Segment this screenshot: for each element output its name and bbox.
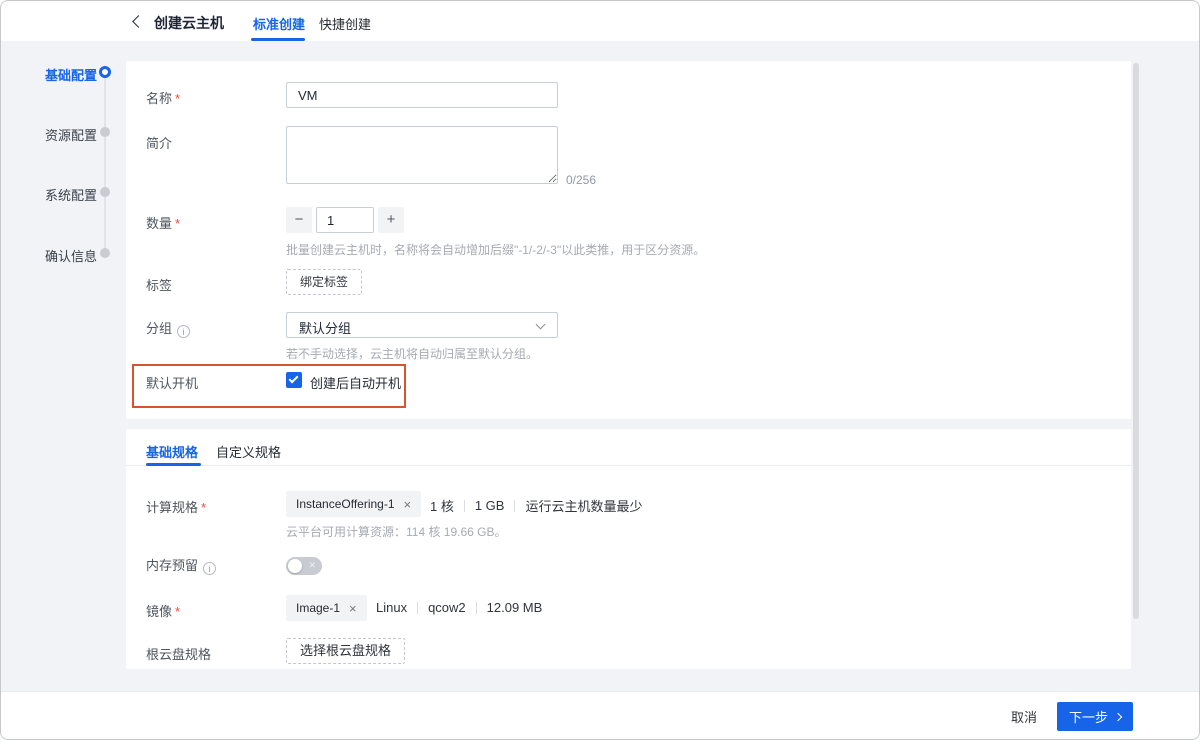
next-step-label: 下一步 xyxy=(1069,707,1108,726)
select-root-disk-button[interactable]: 选择根云盘规格 xyxy=(286,638,405,664)
group-select-value: 默认分组 xyxy=(299,318,351,337)
group-label: 分组i xyxy=(146,318,190,338)
page-title: 创建云主机 xyxy=(154,13,224,33)
create-vm-page: 创建云主机 标准创建 快捷创建 基础配置 资源配置 系统配置 确认信息 名称* … xyxy=(0,0,1200,740)
compute-offering-label: 计算规格* xyxy=(146,497,206,516)
image-chip: Image-1 × xyxy=(286,595,367,621)
tabs-divider xyxy=(126,465,1131,466)
intro-label: 简介 xyxy=(146,133,172,152)
check-icon xyxy=(289,374,299,384)
info-icon[interactable]: i xyxy=(177,325,190,338)
step-connector-line xyxy=(104,72,106,253)
auto-poweron-checkbox[interactable] xyxy=(286,372,302,388)
chip-close-icon[interactable]: × xyxy=(349,602,357,615)
compute-offering-chip: InstanceOffering-1 × xyxy=(286,491,421,517)
separator xyxy=(417,602,418,614)
name-label: 名称* xyxy=(146,88,180,107)
memory-reserve-label: 内存预留i xyxy=(146,555,216,575)
default-poweron-label: 默认开机 xyxy=(146,373,198,392)
root-disk-label: 根云盘规格 xyxy=(146,644,211,663)
separator xyxy=(464,500,465,512)
quantity-plus-button[interactable]: + xyxy=(378,207,404,233)
image-label: 镜像* xyxy=(146,601,180,620)
toggle-off-icon: ✕ xyxy=(308,560,316,571)
separator xyxy=(476,602,477,614)
cancel-button[interactable]: 取消 xyxy=(1011,707,1037,726)
required-mark: * xyxy=(175,91,180,106)
tab-standard-create[interactable]: 标准创建 xyxy=(253,14,305,33)
name-input[interactable] xyxy=(286,82,558,108)
tab-custom-spec[interactable]: 自定义规格 xyxy=(216,442,281,461)
required-mark: * xyxy=(175,216,180,231)
info-icon[interactable]: i xyxy=(203,562,216,575)
step-dot xyxy=(100,127,110,137)
step-dot xyxy=(100,187,110,197)
step-basic-config[interactable]: 基础配置 xyxy=(31,65,97,84)
active-spec-tab-underline xyxy=(146,463,201,466)
required-mark: * xyxy=(175,604,180,619)
step-resource-config[interactable]: 资源配置 xyxy=(31,125,97,144)
compute-resource-help-text: 云平台可用计算资源：114 核 19.66 GB。 xyxy=(286,523,507,540)
toggle-knob xyxy=(288,559,302,573)
auto-poweron-checkbox-label[interactable]: 创建后自动开机 xyxy=(310,373,401,392)
tab-quick-create[interactable]: 快捷创建 xyxy=(319,14,371,33)
required-mark: * xyxy=(201,500,206,515)
separator xyxy=(514,500,515,512)
char-counter: 0/256 xyxy=(566,173,596,187)
chip-close-icon[interactable]: × xyxy=(404,498,412,511)
next-step-button[interactable]: 下一步 xyxy=(1057,702,1133,731)
quantity-help-text: 批量创建云主机时，名称将会自动增加后缀"-1/-2/-3"以此类推，用于区分资源… xyxy=(286,241,705,258)
scrollbar[interactable] xyxy=(1133,63,1139,619)
quantity-minus-button[interactable]: − xyxy=(286,207,312,233)
group-select[interactable]: 默认分组 xyxy=(286,312,558,338)
chevron-right-icon xyxy=(1114,712,1122,720)
spec-card: 基础规格 自定义规格 计算规格* InstanceOffering-1 × 1 … xyxy=(126,429,1131,669)
bind-tags-button[interactable]: 绑定标签 xyxy=(286,269,362,295)
tags-label: 标签 xyxy=(146,275,172,294)
intro-textarea[interactable] xyxy=(286,126,558,184)
top-bar: 创建云主机 标准创建 快捷创建 xyxy=(1,1,1199,41)
tab-basic-spec[interactable]: 基础规格 xyxy=(146,442,198,461)
step-system-config[interactable]: 系统配置 xyxy=(31,185,97,204)
quantity-label: 数量* xyxy=(146,213,180,232)
quantity-input[interactable] xyxy=(316,207,374,233)
step-confirm-info[interactable]: 确认信息 xyxy=(31,246,97,265)
back-icon[interactable] xyxy=(132,15,145,28)
chevron-down-icon xyxy=(536,320,546,330)
compute-offering-details: 1 核 1 GB 运行云主机数量最少 xyxy=(430,496,642,515)
step-dot xyxy=(100,248,110,258)
group-help-text: 若不手动选择，云主机将自动归属至默认分组。 xyxy=(286,345,538,362)
memory-reserve-toggle[interactable]: ✕ xyxy=(286,557,322,575)
step-dot-active xyxy=(99,66,111,78)
active-tab-underline xyxy=(251,38,305,41)
basic-config-card: 名称* 简介 0/256 数量* − + 批量创建云主机时，名称将会自动增加后缀… xyxy=(126,61,1131,419)
image-details: Linux qcow2 12.09 MB xyxy=(376,600,542,615)
footer-bar: 取消 下一步 xyxy=(1,691,1199,740)
